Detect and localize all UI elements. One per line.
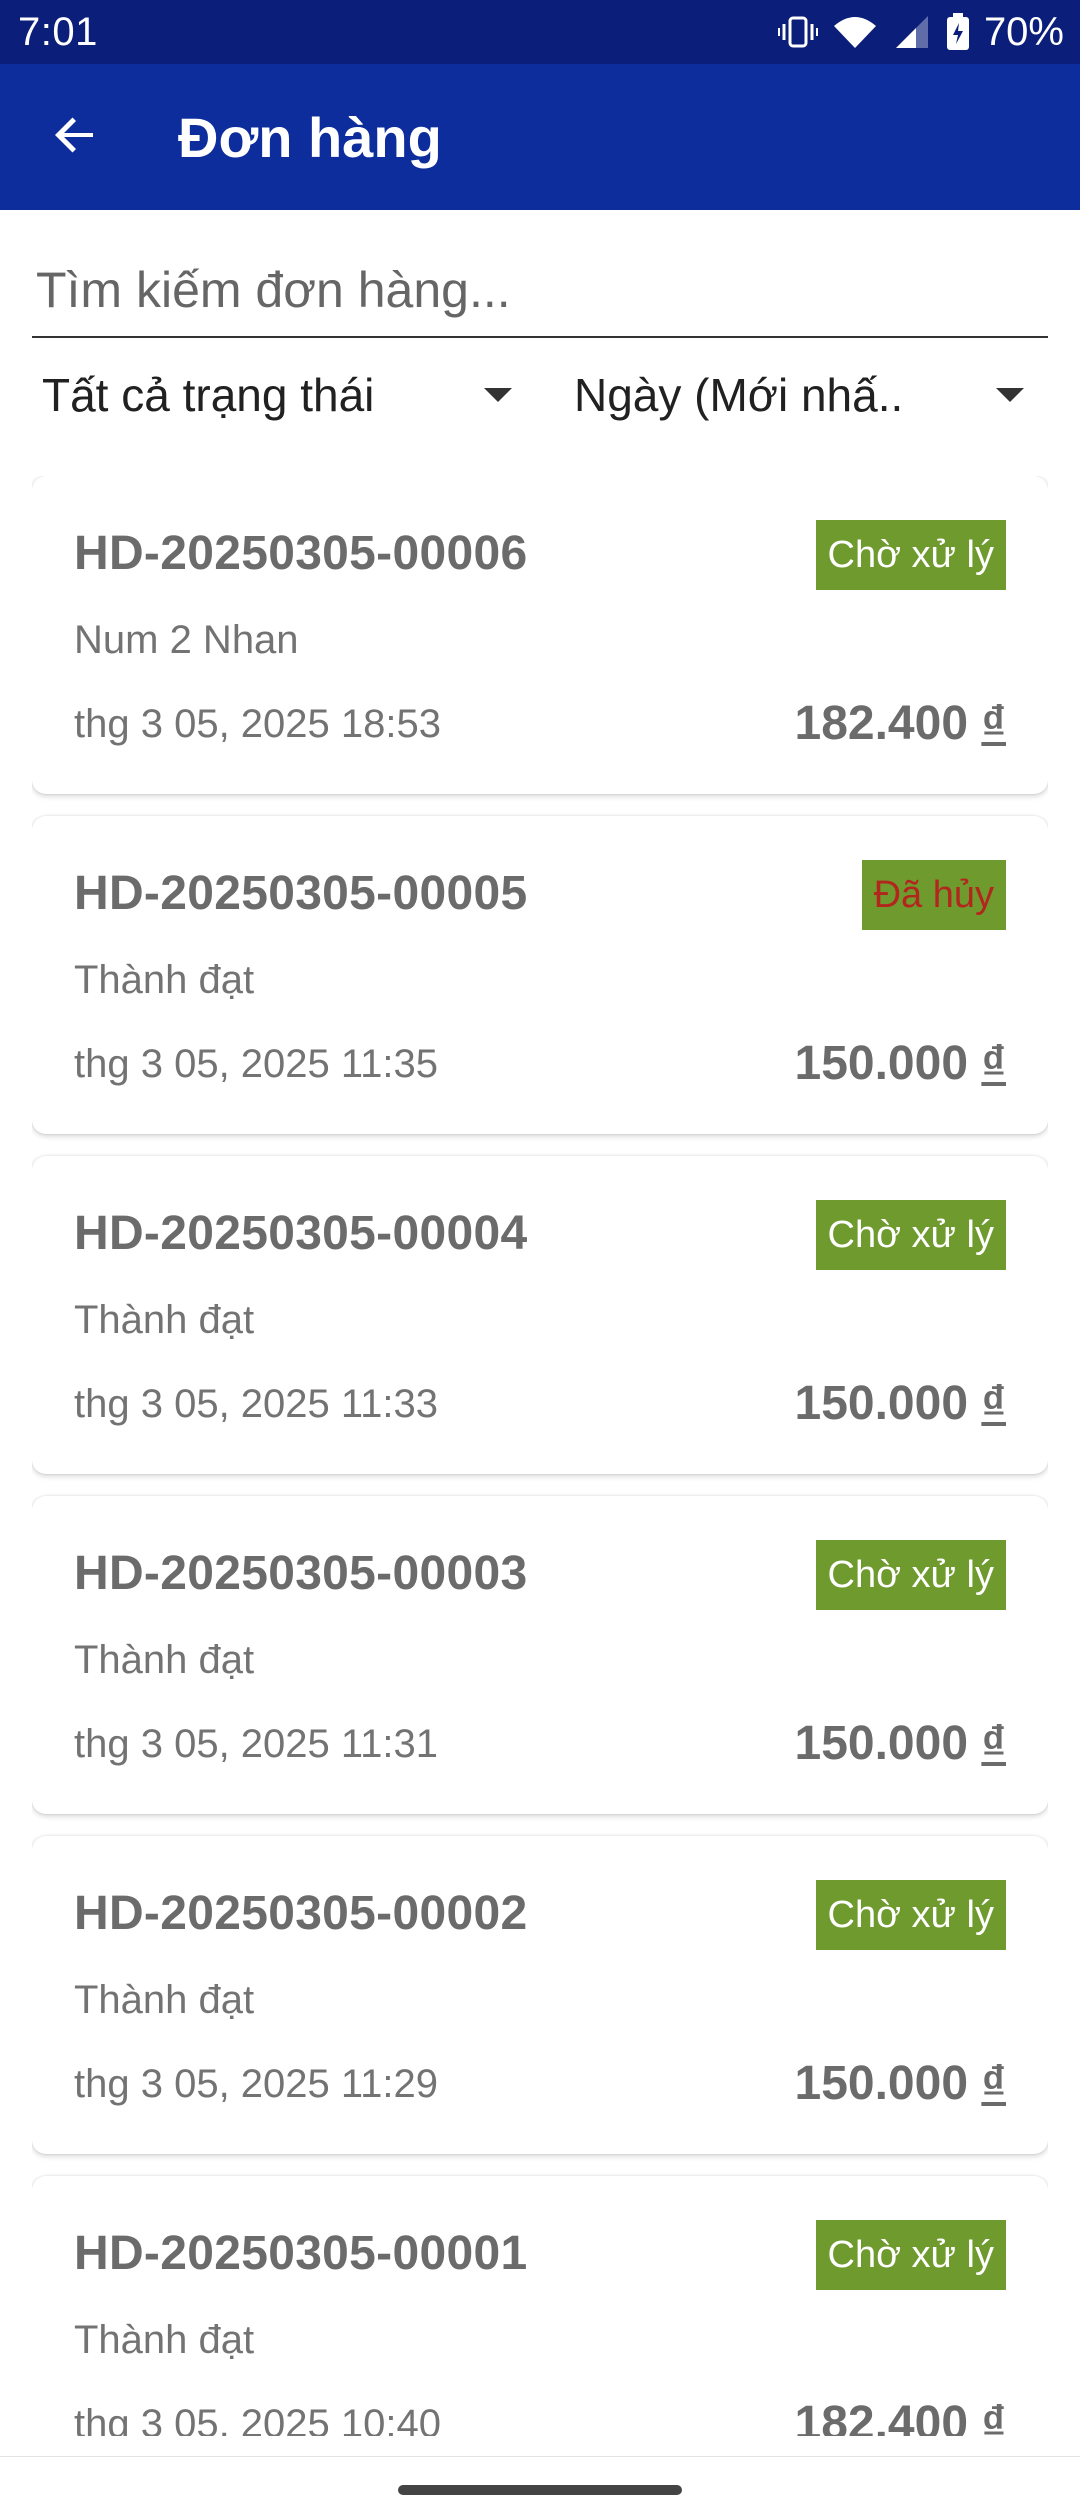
- sort-filter-label: Ngày (Mới nhấ..: [574, 369, 904, 421]
- status-badge: Chờ xử lý: [815, 1200, 1006, 1270]
- status-filter-label: Tất cả trạng thái: [42, 369, 375, 421]
- customer-name: Thành đạt: [74, 2318, 255, 2362]
- customer-name: Thành đạt: [74, 1298, 255, 1342]
- status-badge: Chờ xử lý: [815, 520, 1006, 590]
- currency-symbol: ₫: [981, 1717, 1006, 1770]
- chevron-down-icon: [484, 388, 512, 402]
- status-badge: Chờ xử lý: [815, 1880, 1006, 1950]
- home-handle[interactable]: [398, 2485, 682, 2495]
- order-id: HD-20250305-00003: [74, 1547, 528, 1600]
- customer-name: Thành đạt: [74, 1638, 255, 1682]
- currency-symbol: ₫: [981, 2057, 1006, 2110]
- status-filter-dropdown[interactable]: Tất cả trạng thái: [42, 360, 512, 430]
- battery-icon: [946, 13, 970, 51]
- order-card[interactable]: HD-20250305-00002 Chờ xử lý Thành đạt th…: [32, 1836, 1048, 2154]
- order-id: HD-20250305-00006: [74, 527, 528, 580]
- amount-value: 150.000: [794, 1717, 969, 1770]
- order-date: thg 3 05, 2025 11:33: [74, 1382, 439, 1426]
- back-button[interactable]: [20, 82, 130, 192]
- order-amount: 182.400 ₫: [795, 2396, 1007, 2436]
- status-bar: 7:01 70%: [0, 0, 1080, 64]
- arrow-left-icon: [51, 111, 99, 164]
- orders-screen: 7:01 70% Đơn hàng Tìm kiếm đơn hàng... T…: [0, 0, 1080, 2520]
- status-badge: Chờ xử lý: [815, 1540, 1006, 1610]
- order-amount: 150.000 ₫: [795, 1376, 1007, 1431]
- order-date: thg 3 05, 2025 11:29: [74, 2062, 439, 2106]
- order-date: thg 3 05, 2025 11:31: [74, 1722, 439, 1766]
- order-amount: 182.400 ₫: [795, 696, 1007, 751]
- order-id: HD-20250305-00001: [74, 2227, 528, 2280]
- order-id: HD-20250305-00004: [74, 1207, 528, 1260]
- currency-symbol: ₫: [981, 1377, 1006, 1430]
- amount-value: 182.400: [794, 697, 969, 750]
- order-card[interactable]: HD-20250305-00006 Chờ xử lý Num 2 Nhan t…: [32, 476, 1048, 794]
- vibrate-icon: [777, 14, 818, 50]
- customer-name: Thành đạt: [74, 1978, 255, 2022]
- order-card[interactable]: HD-20250305-00001 Chờ xử lý Thành đạt th…: [32, 2176, 1048, 2436]
- orders-list[interactable]: HD-20250305-00006 Chờ xử lý Num 2 Nhan t…: [32, 476, 1048, 2436]
- order-card[interactable]: HD-20250305-00003 Chờ xử lý Thành đạt th…: [32, 1496, 1048, 1814]
- page-title: Đơn hàng: [178, 105, 442, 169]
- order-card[interactable]: HD-20250305-00005 Đã hủy Thành đạt thg 3…: [32, 816, 1048, 1134]
- battery-percent: 70%: [983, 9, 1064, 54]
- customer-name: Num 2 Nhan: [74, 618, 299, 662]
- amount-value: 150.000: [794, 2057, 969, 2110]
- order-date: thg 3 05, 2025 18:53: [74, 702, 441, 746]
- order-amount: 150.000 ₫: [795, 1036, 1007, 1091]
- status-time: 7:01: [18, 9, 98, 54]
- currency-symbol: ₫: [981, 697, 1006, 750]
- search-field: [32, 250, 1048, 338]
- order-card[interactable]: HD-20250305-00004 Chờ xử lý Thành đạt th…: [32, 1156, 1048, 1474]
- order-id: HD-20250305-00005: [74, 867, 528, 920]
- gesture-nav-bar: [0, 2456, 1080, 2520]
- currency-symbol: ₫: [981, 1037, 1006, 1090]
- currency-symbol: ₫: [981, 2397, 1006, 2436]
- sort-filter-dropdown[interactable]: Ngày (Mới nhấ..: [574, 360, 1024, 430]
- chevron-down-icon: [996, 388, 1024, 402]
- customer-name: Thành đạt: [74, 958, 255, 1002]
- signal-icon: [892, 14, 932, 50]
- order-date: thg 3 05, 2025 10:40: [74, 2402, 441, 2436]
- app-bar: Đơn hàng: [0, 64, 1080, 210]
- amount-value: 150.000: [794, 1037, 969, 1090]
- order-amount: 150.000 ₫: [795, 2056, 1007, 2111]
- order-date: thg 3 05, 2025 11:35: [74, 1042, 439, 1086]
- status-icons: 70%: [777, 9, 1064, 55]
- order-amount: 150.000 ₫: [795, 1716, 1007, 1771]
- wifi-icon: [832, 14, 878, 50]
- amount-value: 182.400: [794, 2397, 969, 2436]
- status-badge: Đã hủy: [861, 860, 1006, 930]
- order-id: HD-20250305-00002: [74, 1887, 528, 1940]
- status-badge: Chờ xử lý: [815, 2220, 1006, 2290]
- search-input[interactable]: [32, 250, 1048, 336]
- amount-value: 150.000: [794, 1377, 969, 1430]
